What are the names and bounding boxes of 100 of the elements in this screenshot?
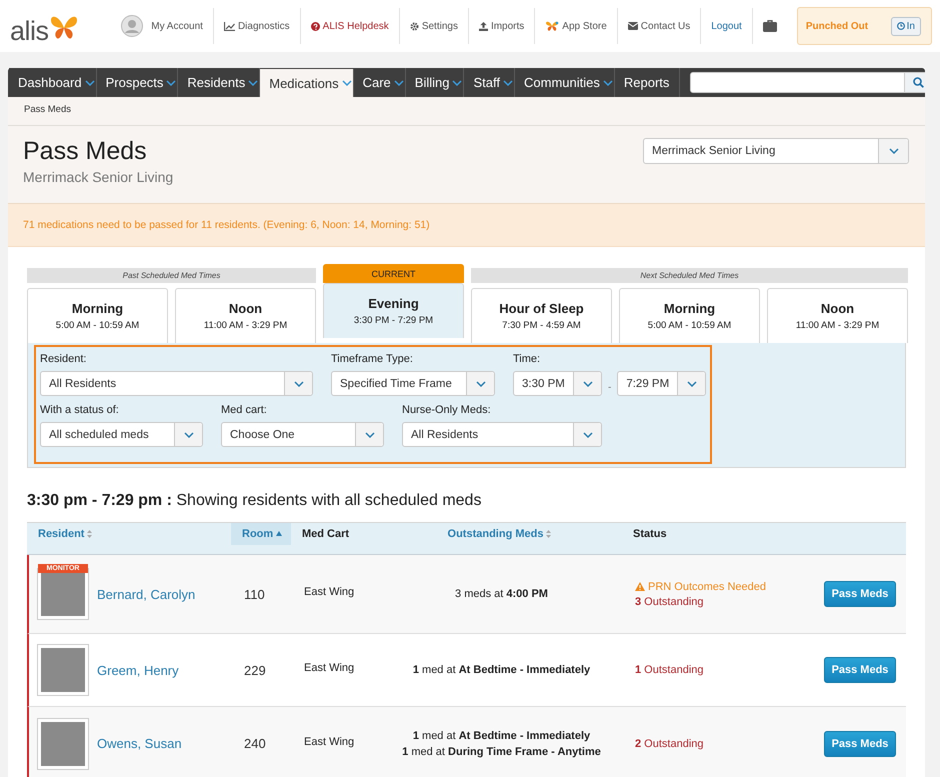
room-number: 229 bbox=[243, 662, 267, 678]
column-header: Med Cart bbox=[301, 526, 350, 542]
chevron-down-icon bbox=[452, 80, 462, 86]
search-icon bbox=[912, 77, 924, 88]
punch-in-button[interactable]: In bbox=[890, 16, 921, 36]
nurse-only-meds-select[interactable]: All Residents bbox=[402, 422, 602, 447]
schedule-group-label: Next Scheduled Med Times bbox=[471, 268, 908, 283]
time-separator: - bbox=[608, 381, 612, 393]
med-time-range: 3:30 PM - 7:29 PM bbox=[354, 315, 434, 326]
sort-icon bbox=[546, 530, 552, 538]
chevron-down-icon bbox=[503, 80, 513, 86]
user-avatar-icon bbox=[121, 15, 144, 37]
resident-name-link[interactable]: Owens, Susan bbox=[97, 736, 182, 751]
outstanding-meds: 1 med at At Bedtime - Immediately bbox=[412, 730, 590, 742]
nav-tab[interactable]: Medications bbox=[260, 69, 354, 97]
sort-icon bbox=[87, 530, 92, 538]
filter-label: Time: bbox=[513, 353, 542, 365]
header-link[interactable]: ALIS Helpdesk bbox=[300, 8, 400, 44]
chevron-down-icon bbox=[888, 148, 898, 154]
current-label: CURRENT bbox=[323, 264, 464, 283]
resident-select[interactable]: All Residents bbox=[40, 371, 313, 396]
briefcase-icon bbox=[762, 20, 777, 32]
community-select[interactable]: Merrimack Senior Living bbox=[643, 138, 909, 164]
filter-label: Nurse-Only Meds: bbox=[402, 404, 492, 416]
search-button[interactable] bbox=[905, 72, 925, 93]
med-time-range: 11:00 AM - 3:29 PM bbox=[204, 320, 288, 331]
med-time-tab[interactable]: Morning 5:00 AM - 10:59 AM bbox=[619, 288, 760, 343]
med-time-name: Morning bbox=[664, 301, 716, 316]
chevron-down-icon bbox=[686, 380, 697, 386]
med-time-name: Noon bbox=[820, 301, 854, 316]
chevron-down-icon bbox=[582, 432, 592, 438]
header-link[interactable]: Imports bbox=[468, 8, 536, 44]
med-time-name: Noon bbox=[228, 301, 262, 316]
med-cart-select[interactable]: Choose One bbox=[221, 422, 384, 447]
med-time-name: Evening bbox=[368, 296, 419, 311]
med-time-range: 7:30 PM - 4:59 AM bbox=[502, 320, 581, 331]
med-time-name: Hour of Sleep bbox=[499, 301, 584, 316]
resident-name-link[interactable]: Greem, Henry bbox=[97, 662, 179, 678]
nav-tab[interactable]: Care bbox=[354, 68, 406, 97]
med-time-tab[interactable]: Evening 3:30 PM - 7:29 PM bbox=[323, 283, 464, 338]
chevron-down-icon bbox=[342, 80, 352, 86]
med-time-range: 5:00 AM - 10:59 AM bbox=[56, 320, 140, 331]
time-to-select[interactable]: 7:29 PM bbox=[617, 371, 706, 396]
page-title: Pass Meds bbox=[23, 138, 148, 166]
chevron-down-icon bbox=[294, 380, 304, 386]
medication-alert: 71 medications need to be passed for 11 residents. (Evening: 6, Noon: 14, Morning: 51) bbox=[8, 204, 925, 247]
status-select[interactable]: All scheduled meds bbox=[40, 422, 203, 447]
filter-label: Resident: bbox=[40, 353, 88, 365]
resident-photo bbox=[37, 644, 89, 696]
header-link[interactable]: Logout bbox=[701, 8, 753, 44]
question-circle-icon bbox=[310, 22, 320, 30]
med-time-range: 11:00 AM - 3:29 PM bbox=[796, 320, 880, 331]
nav-tab[interactable]: Dashboard bbox=[9, 68, 97, 97]
med-time-tab[interactable]: Noon 11:00 AM - 3:29 PM bbox=[767, 288, 908, 343]
med-cart: East Wing bbox=[303, 662, 356, 674]
outstanding-meds: 3 meds at 4:00 PM bbox=[455, 588, 548, 600]
search-field[interactable] bbox=[690, 72, 906, 93]
warning-icon bbox=[635, 582, 645, 591]
warning-text: PRN Outcomes Needed bbox=[648, 580, 766, 592]
nav-tab[interactable]: Prospects bbox=[96, 68, 178, 97]
chevron-down-icon bbox=[394, 80, 404, 86]
resident-name-link[interactable]: Bernard, Carolyn bbox=[97, 586, 196, 602]
chevron-down-icon bbox=[364, 432, 374, 438]
time-from-select[interactable]: 3:30 PM bbox=[513, 371, 602, 396]
line-chart-icon bbox=[224, 22, 235, 30]
med-cart: East Wing bbox=[303, 586, 356, 598]
column-header: Status bbox=[632, 526, 668, 542]
med-time-tab[interactable]: Hour of Sleep 7:30 PM - 4:59 AM bbox=[471, 288, 612, 343]
outstanding-count: 1 Outstanding bbox=[635, 664, 704, 676]
results-heading: 3:30 pm - 7:29 pm : Showing residents with all scheduled meds bbox=[27, 492, 482, 510]
med-time-range: 5:00 AM - 10:59 AM bbox=[648, 320, 732, 331]
chevron-down-icon bbox=[248, 80, 258, 86]
header-link[interactable]: My Account bbox=[113, 8, 214, 44]
filter-label: Med cart: bbox=[221, 404, 268, 416]
room-number: 240 bbox=[243, 736, 267, 751]
chevron-down-icon bbox=[476, 380, 486, 386]
header-link[interactable]: Settings bbox=[400, 8, 469, 44]
upload-icon bbox=[478, 22, 488, 30]
med-time-name: Morning bbox=[72, 301, 124, 316]
med-cart: East Wing bbox=[303, 736, 356, 748]
envelope-icon bbox=[628, 22, 638, 30]
filter-label: With a status of: bbox=[40, 404, 120, 416]
schedule-group-label: Past Scheduled Med Times bbox=[27, 268, 316, 283]
header-link[interactable]: App Store bbox=[535, 8, 618, 44]
chevron-down-icon bbox=[84, 80, 95, 86]
header-link[interactable]: Contact Us bbox=[618, 8, 702, 44]
header-link[interactable]: Diagnostics bbox=[214, 8, 301, 44]
column-header[interactable]: Outstanding Meds bbox=[391, 523, 608, 544]
settings-icon bbox=[410, 22, 419, 30]
outstanding-count: 2 Outstanding bbox=[635, 738, 704, 750]
breadcrumb: Pass Meds bbox=[8, 97, 925, 126]
outstanding-meds: 1 med at At Bedtime - Immediately bbox=[412, 664, 590, 676]
column-header[interactable]: Resident bbox=[27, 523, 231, 544]
timeframe-type-select[interactable]: Specified Time Frame bbox=[331, 371, 495, 396]
outstanding-meds: 1 med at During Time Frame - Anytime bbox=[402, 746, 601, 758]
med-time-tab[interactable]: Noon 11:00 AM - 3:29 PM bbox=[175, 288, 316, 343]
med-time-tab[interactable]: Morning 5:00 AM - 10:59 AM bbox=[27, 288, 168, 343]
community-name: Merrimack Senior Living bbox=[23, 168, 174, 184]
outstanding-count: 3 Outstanding bbox=[635, 596, 704, 608]
sort-ascending-icon bbox=[276, 531, 282, 536]
